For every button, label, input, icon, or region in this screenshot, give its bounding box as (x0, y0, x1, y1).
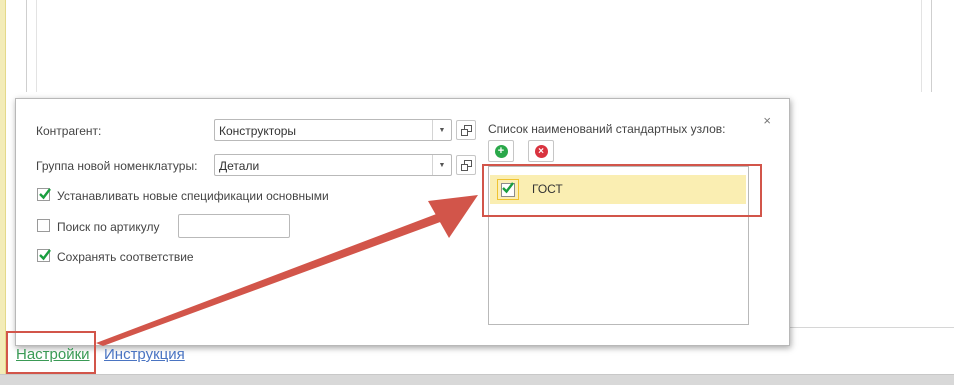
bottom-bar (0, 374, 954, 385)
settings-link[interactable]: Настройки (16, 346, 90, 363)
instruction-link[interactable]: Инструкция (104, 346, 185, 363)
annotation-arrow (96, 195, 478, 346)
